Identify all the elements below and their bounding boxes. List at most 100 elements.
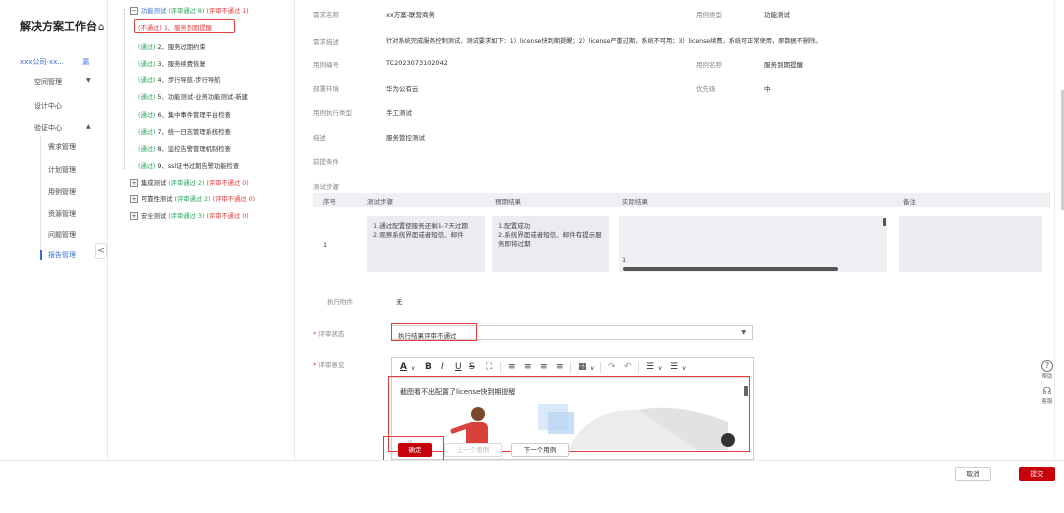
sidebar-item-space[interactable]: 空间管理 ▼: [34, 77, 91, 87]
tree-group-reliability[interactable]: + 可靠性测试 (评审通过 2) (评审不通过 0): [130, 194, 255, 203]
sidebar-item-cases[interactable]: 用例管理: [48, 187, 76, 197]
chevron-up-icon: ▲: [86, 123, 91, 130]
attach-label: 执行附件: [327, 298, 353, 306]
case-tree: − 功能测试 (评审通过 8) (评审不通过 1): [110, 0, 295, 470]
step-cell: 1.通过配置使服务还剩1-7天过期 2.观察系统界面或者短信、邮件: [367, 216, 485, 272]
actual-result-input[interactable]: 1: [619, 216, 887, 272]
collapse-sidebar-button[interactable]: <: [95, 243, 107, 259]
col-expected: 预期结果: [495, 198, 521, 206]
req-desc-value: 针对系统完成服务控制测试，测试要求如下：1）license快到期提醒；2）lic…: [386, 38, 822, 45]
req-name-value: xx方案-联营商务: [386, 11, 436, 19]
expand-icon[interactable]: +: [130, 179, 138, 187]
undo-icon[interactable]: ↶: [624, 362, 632, 372]
expected-line: 2.系统界面或者短信、邮件有提示服: [498, 231, 602, 239]
expand-icon[interactable]: +: [130, 195, 138, 203]
help-widget[interactable]: ? 帮助 ☊ 客服: [1038, 360, 1056, 405]
case-type-value: 功能测试: [764, 11, 790, 19]
req-desc-label: 需求描述: [313, 38, 339, 46]
numbered-list-icon[interactable]: ☰: [670, 362, 678, 372]
tree-item[interactable]: (通过) 4、步行导航-步行导航: [138, 75, 220, 84]
next-case-button[interactable]: 下一个用例: [511, 443, 569, 457]
sidebar-item-requirements[interactable]: 需求管理: [48, 142, 76, 152]
headset-icon[interactable]: ☊: [1038, 386, 1056, 397]
req-name-label: 需求名称: [313, 11, 339, 19]
expected-line: 务即将过期: [498, 240, 531, 248]
submit-button[interactable]: 提交: [1019, 467, 1055, 481]
tree-item[interactable]: (通过) 3、服务续费恢复: [138, 59, 206, 68]
chevron-down-icon[interactable]: ∨: [682, 364, 686, 374]
fullscreen-icon[interactable]: ⛶: [486, 362, 492, 372]
desc-label: 描述: [313, 134, 326, 142]
steps-label: 测试步骤: [313, 183, 339, 191]
toolbar-divider: [638, 362, 639, 373]
expand-icon[interactable]: +: [130, 212, 138, 220]
tree-item[interactable]: (通过) 6、集中事件管理平台检查: [138, 110, 231, 119]
help-label: 帮助: [1041, 374, 1053, 380]
collapse-icon[interactable]: −: [130, 7, 138, 15]
selected-highlight: [134, 19, 235, 33]
priority-value: 中: [764, 85, 771, 93]
annotation-box: [391, 323, 477, 341]
sidebar-item-resources[interactable]: 资源管理: [48, 209, 76, 219]
toolbar-divider: [500, 362, 501, 373]
sidebar-item-reports[interactable]: 报告管理: [40, 250, 76, 260]
toolbar-divider: [600, 362, 601, 373]
col-actual: 实际结果: [622, 198, 648, 206]
sidebar-item-issues[interactable]: 问题管理: [48, 230, 76, 240]
underline-icon[interactable]: U: [455, 362, 462, 372]
step-no: 1: [323, 241, 328, 249]
step-line: 1.通过配置使服务还剩1-7天过期: [373, 222, 468, 230]
strikethrough-icon[interactable]: S: [469, 362, 475, 372]
bullet-list-icon[interactable]: ☰: [646, 362, 654, 372]
tree-item[interactable]: (通过) 9、ssl证书过期告警功能检查: [138, 161, 239, 170]
chevron-down-icon: ▼: [741, 329, 746, 336]
help-icon[interactable]: ?: [1041, 360, 1053, 372]
redo-icon[interactable]: ↷: [608, 362, 616, 372]
sidebar-item-plans[interactable]: 计划管理: [48, 165, 76, 175]
app-root: 解决方案工作台⌂ xxx公司-xx... 漏 空间管理 ▼ 设计中心 验证中心 ▲ 需…: [0, 0, 1064, 513]
case-name-label: 用例名称: [696, 61, 722, 69]
step-line: 2.观察系统界面或者短信、邮件: [373, 231, 464, 239]
actual-text: 1: [622, 256, 627, 264]
service-label: 客服: [1041, 399, 1053, 405]
font-color-icon[interactable]: A: [400, 362, 407, 372]
chevron-down-icon[interactable]: ∨: [590, 364, 594, 374]
chevron-down-icon: ▼: [86, 77, 91, 84]
horizontal-scrollbar[interactable]: [623, 267, 838, 271]
footer-bar: 取消 提交: [0, 460, 1064, 513]
cancel-button[interactable]: 取消: [955, 467, 991, 481]
chevron-down-icon[interactable]: ∨: [411, 364, 415, 374]
tree-group-functional[interactable]: − 功能测试 (评审通过 8) (评审不通过 1): [130, 6, 249, 15]
col-note: 备注: [903, 198, 916, 206]
org-selector[interactable]: xxx公司-xx... 漏: [20, 57, 89, 67]
tree-group-integration[interactable]: + 集成测试 (评审通过 2) (评审不通过 0): [130, 178, 249, 187]
tree-item[interactable]: (通过) 8、监控告警管理机制检查: [138, 144, 231, 153]
prev-case-button[interactable]: 上一个用例: [444, 443, 502, 457]
bold-icon[interactable]: B: [425, 362, 432, 372]
tree-connector: [124, 9, 125, 169]
justify-icon[interactable]: ≡: [556, 362, 564, 372]
sidebar: 解决方案工作台⌂ xxx公司-xx... 漏 空间管理 ▼ 设计中心 验证中心 ▲ 需…: [0, 0, 108, 470]
priority-label: 优先级: [696, 85, 716, 93]
note-input[interactable]: [899, 216, 1042, 272]
align-center-icon[interactable]: ≡: [524, 362, 532, 372]
verify-subnav: 需求管理 计划管理 用例管理 资源管理 问题管理 报告管理: [40, 136, 100, 260]
align-left-icon[interactable]: ≡: [508, 362, 516, 372]
chevron-down-icon[interactable]: ∨: [658, 364, 662, 374]
case-name-value: 服务到期提醒: [764, 61, 803, 69]
tree-item[interactable]: (通过) 5、功能测试-业务功能测试-新建: [138, 92, 248, 101]
align-right-icon[interactable]: ≡: [540, 362, 548, 372]
table-icon[interactable]: ▦: [578, 362, 587, 372]
sidebar-item-design[interactable]: 设计中心: [34, 101, 62, 111]
tree-item[interactable]: (通过) 2、服务过期约束: [138, 42, 206, 51]
tree-item[interactable]: (通过) 7、统一日志管理系统检查: [138, 127, 231, 136]
sidebar-item-verify[interactable]: 验证中心 ▲: [34, 123, 91, 133]
italic-icon[interactable]: I: [441, 362, 444, 372]
vertical-scrollbar[interactable]: [883, 218, 886, 226]
tree-group-security[interactable]: + 安全测试 (评审通过 3) (评审不通过 0): [130, 211, 249, 220]
home-icon[interactable]: ⌂: [98, 22, 104, 33]
review-comment-label: * 评审意见: [313, 361, 345, 369]
precond-label: 前提条件: [313, 158, 339, 166]
org-switch-icon[interactable]: 漏: [82, 57, 89, 67]
attach-value: 无: [396, 298, 403, 306]
